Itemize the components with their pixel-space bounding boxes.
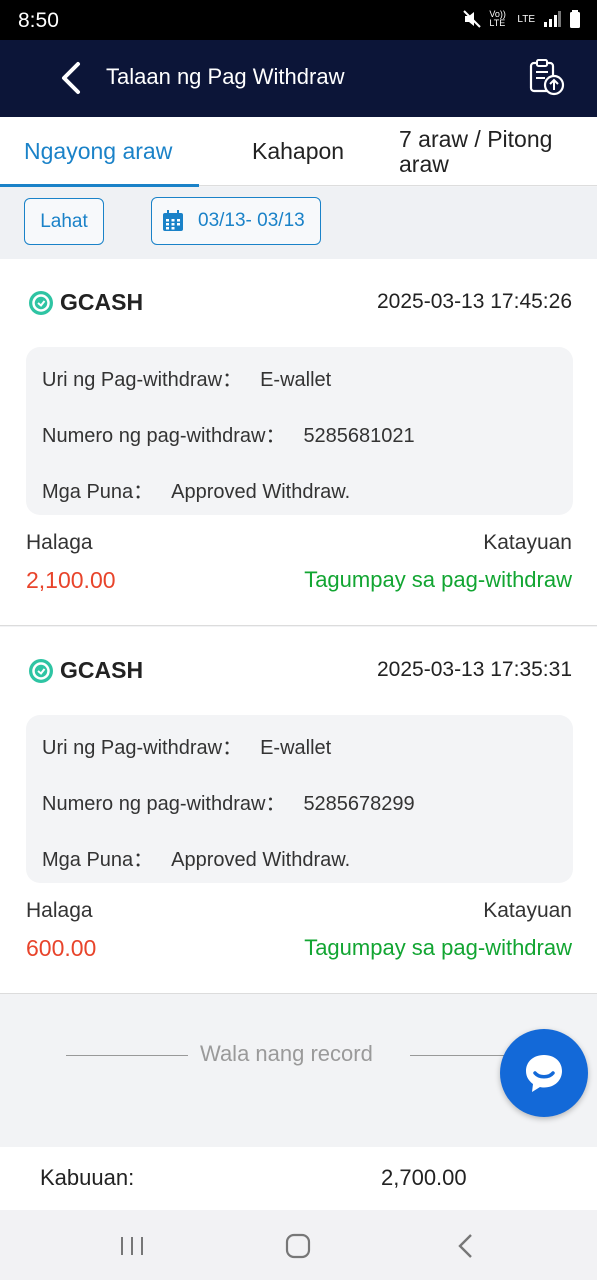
total-label: Kabuuan: bbox=[40, 1165, 135, 1190]
withdraw-number-row: Numero ng pag-withdraw： 5285681021 bbox=[42, 419, 415, 448]
tab-yesterday-label: Kahapon bbox=[252, 138, 345, 164]
withdraw-type-value: E-wallet bbox=[260, 369, 332, 391]
withdraw-type-label: Uri ng Pag-withdraw： bbox=[42, 737, 243, 759]
remarks-label: Mga Puna： bbox=[42, 849, 154, 871]
signal-icon bbox=[544, 11, 561, 27]
remarks-value: Approved Withdraw. bbox=[171, 481, 351, 503]
filter-bar: Lahat 03/13- 03/13 bbox=[0, 187, 597, 259]
tab-seven-days[interactable]: 7 araw / Pitong araw bbox=[399, 117, 589, 186]
date-tabs: Ngayong araw Kahapon 7 araw / Pitong ara… bbox=[0, 117, 597, 187]
amount-value: 2,100.00 bbox=[26, 567, 116, 593]
status-bar: 8:50 Vo)) LTE LTE bbox=[0, 0, 597, 40]
withdraw-type-row: Uri ng Pag-withdraw： E-wallet bbox=[42, 731, 331, 760]
back-arrow-icon[interactable] bbox=[56, 58, 86, 98]
record-datetime: 2025-03-13 17:35:31 bbox=[377, 658, 572, 681]
remarks-label: Mga Puna： bbox=[42, 481, 154, 503]
withdraw-type-value: E-wallet bbox=[260, 737, 332, 759]
status-label: Katayuan bbox=[483, 531, 572, 554]
amount-value: 600.00 bbox=[26, 935, 97, 961]
record-detail-box: Uri ng Pag-withdraw： E-wallet Numero ng p… bbox=[26, 715, 573, 883]
divider-line bbox=[410, 1055, 510, 1056]
home-icon[interactable] bbox=[283, 1232, 313, 1260]
record-detail-box: Uri ng Pag-withdraw： E-wallet Numero ng p… bbox=[26, 347, 573, 515]
divider-line bbox=[66, 1055, 188, 1056]
payment-method: GCASH bbox=[28, 289, 143, 316]
remarks-row: Mga Puna： Approved Withdraw. bbox=[42, 475, 350, 504]
app-header: Talaan ng Pag Withdraw bbox=[0, 40, 597, 117]
withdraw-record: GCASH 2025-03-13 17:35:31 Uri ng Pag-wit… bbox=[0, 627, 597, 994]
no-more-records-text: Wala nang record bbox=[200, 1041, 373, 1066]
clipboard-upload-icon[interactable] bbox=[526, 57, 566, 97]
date-range-button[interactable]: 03/13- 03/13 bbox=[151, 197, 321, 245]
lte-icon: LTE bbox=[517, 13, 535, 25]
battery-icon bbox=[570, 10, 580, 28]
calendar-icon bbox=[163, 210, 183, 231]
tab-today[interactable]: Ngayong araw bbox=[0, 117, 199, 187]
withdraw-number-value: 5285681021 bbox=[303, 425, 415, 447]
system-nav-bar bbox=[0, 1210, 597, 1280]
gcash-logo-icon bbox=[29, 290, 53, 315]
page-title: Talaan ng Pag Withdraw bbox=[106, 64, 345, 89]
amount-label: Halaga bbox=[26, 899, 93, 922]
status-label: Katayuan bbox=[483, 899, 572, 922]
system-back-icon[interactable] bbox=[452, 1232, 482, 1260]
status-value: Tagumpay sa pag-withdraw bbox=[304, 935, 572, 960]
chat-bubble-icon bbox=[526, 1055, 562, 1092]
amount-label: Halaga bbox=[26, 531, 93, 554]
mute-icon bbox=[463, 10, 482, 28]
total-value: 2,700.00 bbox=[381, 1165, 467, 1190]
tab-seven-days-label: 7 araw / Pitong araw bbox=[399, 126, 553, 177]
remarks-value: Approved Withdraw. bbox=[171, 849, 351, 871]
withdraw-type-row: Uri ng Pag-withdraw： E-wallet bbox=[42, 363, 331, 392]
status-time: 8:50 bbox=[18, 9, 59, 32]
gcash-logo-icon bbox=[29, 658, 53, 683]
recent-apps-icon[interactable] bbox=[117, 1232, 147, 1260]
status-value: Tagumpay sa pag-withdraw bbox=[304, 567, 572, 592]
status-icons: Vo)) LTE LTE bbox=[463, 10, 581, 28]
withdraw-number-row: Numero ng pag-withdraw： 5285678299 bbox=[42, 787, 415, 816]
withdraw-record: GCASH 2025-03-13 17:45:26 Uri ng Pag-wit… bbox=[0, 259, 597, 626]
date-range-label: 03/13- 03/13 bbox=[198, 210, 305, 231]
remarks-row: Mga Puna： Approved Withdraw. bbox=[42, 843, 350, 872]
withdraw-number-label: Numero ng pag-withdraw： bbox=[42, 793, 286, 815]
payment-method: GCASH bbox=[28, 657, 143, 684]
payment-method-label: GCASH bbox=[60, 657, 144, 683]
volte-icon: Vo)) LTE bbox=[489, 9, 506, 28]
record-datetime: 2025-03-13 17:45:26 bbox=[377, 290, 572, 313]
withdraw-number-label: Numero ng pag-withdraw： bbox=[42, 425, 286, 447]
total-bar: Kabuuan: 2,700.00 bbox=[0, 1147, 597, 1210]
withdraw-type-label: Uri ng Pag-withdraw： bbox=[42, 369, 243, 391]
chat-support-button[interactable] bbox=[500, 1029, 588, 1117]
withdraw-number-value: 5285678299 bbox=[303, 793, 415, 815]
filter-all-button[interactable]: Lahat bbox=[24, 198, 104, 245]
tab-today-label: Ngayong araw bbox=[24, 138, 173, 164]
payment-method-label: GCASH bbox=[60, 289, 144, 315]
